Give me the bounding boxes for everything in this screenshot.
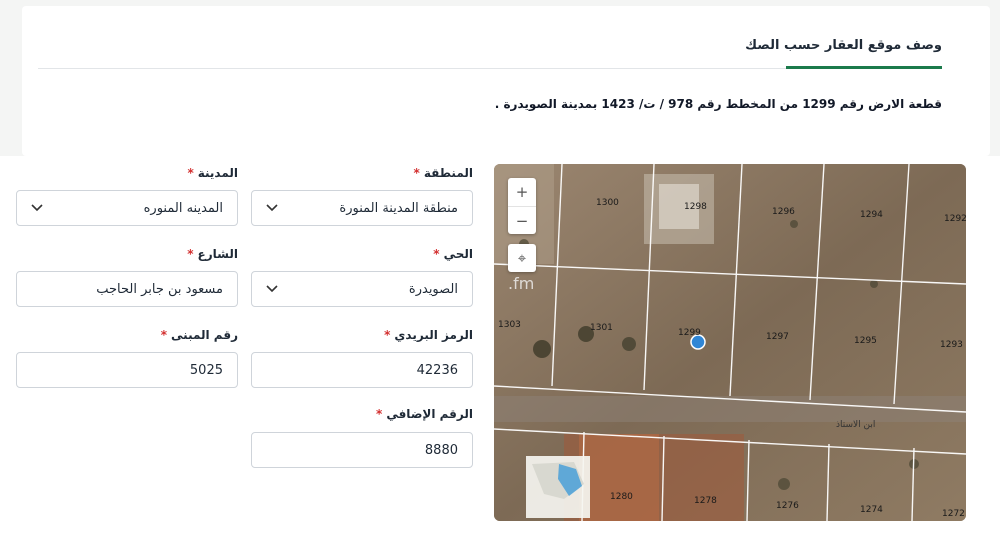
region-label: المنطقة*: [413, 166, 473, 180]
satellite-imagery: [494, 164, 966, 521]
map-zoom-controls: + −: [508, 178, 536, 234]
plot-label: 1296: [772, 207, 795, 217]
zoom-out-button[interactable]: −: [508, 206, 536, 234]
city-value: المدينه المنوره: [143, 200, 223, 216]
street-input[interactable]: مسعود بن جابر الحاجب: [16, 271, 238, 307]
chevron-down-icon: [266, 283, 278, 295]
building-number-input[interactable]: 5025: [16, 352, 238, 388]
postal-code-value: 42236: [416, 362, 458, 378]
plot-label: 1280: [610, 492, 633, 502]
active-tab-indicator: [786, 66, 942, 69]
plot-label: 1299: [678, 328, 701, 338]
plot-label: 1278: [694, 496, 717, 506]
property-location-card: [22, 6, 990, 156]
street-value: مسعود بن جابر الحاجب: [96, 281, 223, 297]
chevron-down-icon: [266, 202, 278, 214]
map-locate-control: ⌖: [508, 244, 536, 272]
region-select[interactable]: منطقة المدينة المنورة: [251, 190, 473, 226]
road-label: ابن الاستاذ: [836, 420, 876, 430]
postal-code-input[interactable]: 42236: [251, 352, 473, 388]
additional-number-value: 8880: [424, 442, 458, 458]
city-label: المدينة*: [187, 166, 238, 180]
plot-label: 1274: [860, 505, 883, 515]
street-label: الشارع*: [187, 247, 238, 261]
district-label: الحي*: [433, 247, 473, 261]
building-number-value: 5025: [189, 362, 223, 378]
zoom-in-button[interactable]: +: [508, 178, 536, 206]
plot-label: 1303: [498, 320, 521, 330]
additional-number-input[interactable]: 8880: [251, 432, 473, 468]
plot-label: 1297: [766, 332, 789, 342]
district-select[interactable]: الصويدرة: [251, 271, 473, 307]
plot-label: 1276: [776, 501, 799, 511]
additional-number-label: الرقم الإضافي*: [376, 407, 473, 421]
chevron-down-icon: [31, 202, 43, 214]
plot-label: 1294: [860, 210, 883, 220]
plot-label: 1292: [944, 214, 967, 224]
map-watermark: .fm: [508, 274, 535, 293]
plot-label: 1301: [590, 323, 613, 333]
district-value: الصويدرة: [408, 281, 458, 297]
building-number-label: رقم المبنى*: [160, 328, 238, 342]
postal-code-label: الرمز البريدي*: [384, 328, 473, 342]
locate-icon[interactable]: ⌖: [508, 244, 536, 272]
tab-property-location[interactable]: وصف موقع العقار حسب الصك: [745, 38, 942, 53]
plot-label: 1293: [940, 340, 963, 350]
city-select[interactable]: المدينه المنوره: [16, 190, 238, 226]
plot-label: 1295: [854, 336, 877, 346]
plot-label: 1272: [942, 509, 965, 519]
region-value: منطقة المدينة المنورة: [339, 200, 458, 216]
location-map[interactable]: [494, 164, 966, 521]
plot-label: 1298: [684, 202, 707, 212]
plot-label: 1300: [596, 198, 619, 208]
property-description: قطعة الارض رقم 1299 من المخطط رقم 978 / …: [494, 97, 942, 111]
